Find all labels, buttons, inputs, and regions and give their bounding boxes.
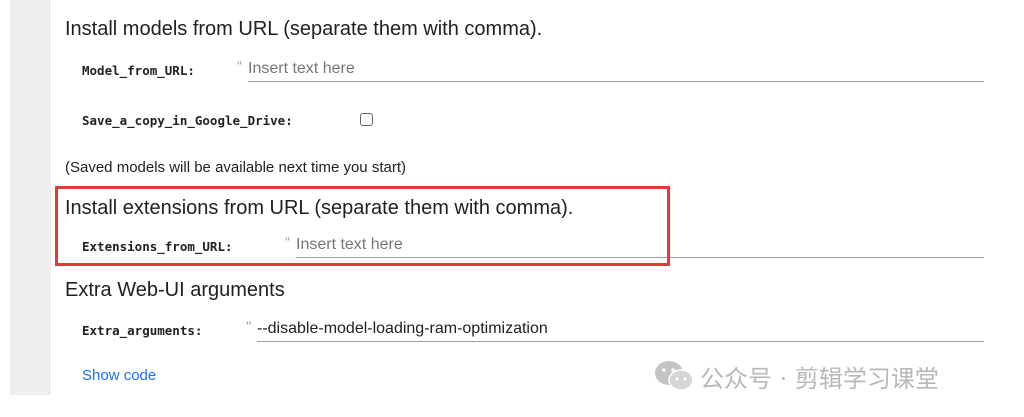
webui-args-heading: Extra Web-UI arguments [65, 279, 285, 301]
saved-models-note: (Saved models will be available next tim… [65, 159, 406, 176]
extra-arguments-input[interactable] [257, 317, 984, 342]
model-from-url-input[interactable] [248, 57, 984, 82]
watermark: 公众号 · 剪辑学习课堂 [654, 358, 939, 394]
wechat-icon [655, 361, 694, 391]
show-code-link[interactable]: Show code [82, 367, 156, 384]
model-from-url-label: Model_from_URL: [82, 63, 195, 78]
watermark-text: 公众号 · 剪辑学习课堂 [700, 364, 939, 393]
string-quote-mark: " [246, 318, 251, 334]
extra-arguments-label: Extra_arguments: [82, 323, 203, 338]
cell-gutter [10, 0, 51, 395]
string-quote-mark: " [237, 58, 242, 74]
highlight-box [55, 186, 670, 266]
models-heading: Install models from URL (separate them w… [65, 18, 543, 40]
save-to-drive-checkbox[interactable] [360, 113, 373, 126]
save-to-drive-label: Save_a_copy_in_Google_Drive: [82, 113, 293, 128]
